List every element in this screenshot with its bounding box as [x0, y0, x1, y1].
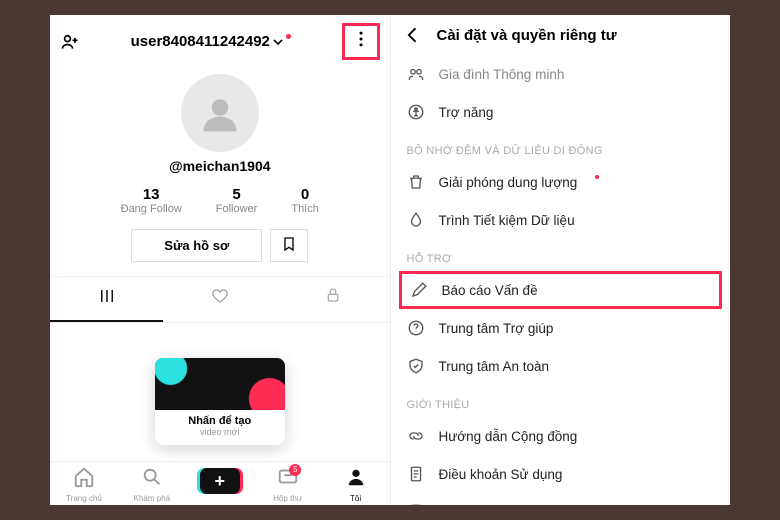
setting-item-data-saver[interactable]: Trình Tiết kiệm Dữ liệu: [391, 201, 731, 239]
notification-dot: [595, 175, 599, 179]
settings-panel: Cài đặt và quyền riêng tư Gia đình Thông…: [391, 15, 731, 505]
menu-button-highlight: [342, 23, 380, 60]
document-icon: [407, 503, 425, 505]
settings-title: Cài đặt và quyền riêng tư: [437, 27, 617, 44]
bottom-nav: Trang chủ Khám phá + 5 Hộp thư Tôi: [50, 461, 390, 505]
heart-icon: [211, 287, 229, 305]
setting-item-help[interactable]: Trung tâm Trợ giúp: [391, 309, 731, 347]
bookmark-button[interactable]: [270, 229, 308, 262]
bookmark-icon: [281, 236, 297, 252]
setting-item-safety[interactable]: Trung tâm An toàn: [391, 347, 731, 385]
accessibility-icon: [407, 103, 425, 121]
setting-item-free-space[interactable]: Giải phóng dung lượng: [391, 163, 731, 201]
user-handle: @meichan1904: [169, 158, 271, 174]
profile-panel: user8408411242492 @meichan1904 13 Đang F…: [50, 15, 391, 505]
username-text: user8408411242492: [131, 33, 270, 50]
lock-icon: [325, 287, 341, 303]
setting-item-accessibility[interactable]: Trợ năng: [391, 93, 731, 131]
drop-icon: [407, 211, 425, 229]
edit-row: Sửa hồ sơ: [50, 229, 390, 262]
chevron-down-icon: [273, 37, 283, 47]
nav-discover[interactable]: Khám phá: [118, 466, 186, 503]
profile-tabs: [50, 276, 390, 323]
nav-me[interactable]: Tôi: [322, 466, 390, 503]
promo-subtitle: video mới: [155, 427, 285, 437]
section-support: HỖ TRỢ: [391, 239, 731, 271]
setting-item-report-highlight[interactable]: Báo cáo Vấn đề: [399, 271, 723, 309]
section-about: GIỚI THIỆU: [391, 385, 731, 417]
home-icon: [73, 466, 95, 488]
username-dropdown[interactable]: user8408411242492: [86, 33, 336, 50]
tab-feed[interactable]: [50, 277, 163, 322]
stat-followers[interactable]: 5 Follower: [216, 186, 258, 215]
plus-icon: +: [200, 468, 240, 494]
section-cache: BỘ NHỚ ĐỆM VÀ DỮ LIỆU DI ĐỘNG: [391, 131, 731, 163]
stat-likes[interactable]: 0 Thích: [291, 186, 319, 215]
promo-title: Nhấn để tạo: [155, 415, 285, 427]
app-container: user8408411242492 @meichan1904 13 Đang F…: [50, 15, 730, 505]
more-menu-icon[interactable]: [351, 29, 371, 49]
shield-icon: [407, 357, 425, 375]
avatar-section: @meichan1904: [50, 74, 390, 174]
back-button[interactable]: [403, 25, 423, 45]
search-icon: [141, 466, 163, 488]
trash-icon: [407, 173, 425, 191]
family-icon: [407, 65, 425, 83]
profile-header: user8408411242492: [50, 15, 390, 68]
person-icon: [345, 466, 367, 488]
stat-following[interactable]: 13 Đang Follow: [121, 186, 182, 215]
stats-row: 13 Đang Follow 5 Follower 0 Thích: [50, 186, 390, 215]
pencil-icon: [410, 281, 428, 299]
link-icon: [407, 427, 425, 445]
tab-liked[interactable]: [163, 277, 276, 322]
nav-home[interactable]: Trang chủ: [50, 466, 118, 503]
setting-item-family[interactable]: Gia đình Thông minh: [391, 55, 731, 93]
feed-icon: [98, 287, 116, 305]
promo-art: [155, 358, 285, 410]
avatar[interactable]: [181, 74, 259, 152]
setting-item-community[interactable]: Hướng dẫn Cộng đồng: [391, 417, 731, 455]
settings-header: Cài đặt và quyền riêng tư: [391, 15, 731, 55]
add-person-icon[interactable]: [60, 32, 80, 52]
create-video-promo[interactable]: Nhấn để tạo video mới: [155, 358, 285, 445]
tab-private[interactable]: [276, 277, 389, 322]
nav-inbox[interactable]: 5 Hộp thư: [254, 466, 322, 503]
setting-item-terms[interactable]: Điều khoản Sử dụng: [391, 455, 731, 493]
nav-create[interactable]: +: [186, 466, 254, 503]
document-icon: [407, 465, 425, 483]
setting-item-privacy[interactable]: Chính sách Quyền riêng tư: [391, 493, 731, 505]
notification-dot: [286, 34, 291, 39]
edit-profile-button[interactable]: Sửa hồ sơ: [131, 229, 262, 262]
inbox-badge: 5: [289, 464, 301, 476]
question-icon: [407, 319, 425, 337]
